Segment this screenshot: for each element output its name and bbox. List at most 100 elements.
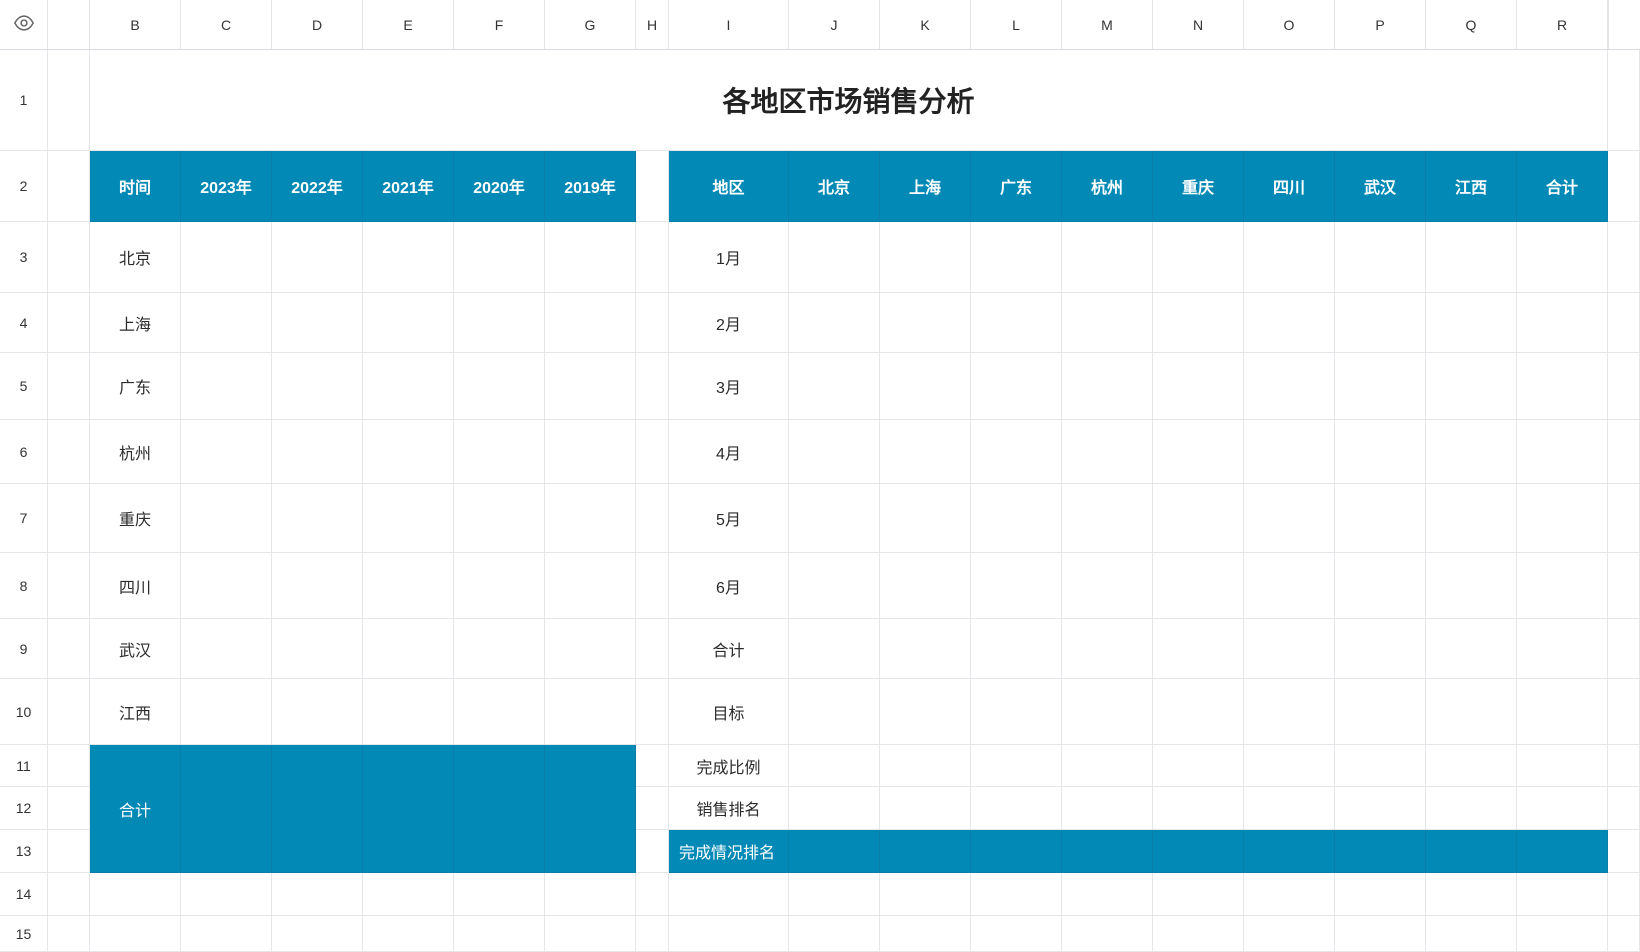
cell[interactable] <box>1244 222 1335 293</box>
cell[interactable] <box>971 484 1062 553</box>
right-row-label[interactable]: 1月 <box>669 222 789 293</box>
cell[interactable] <box>971 353 1062 420</box>
right-bottom-cell[interactable] <box>1335 830 1426 873</box>
right-bottom-cell[interactable] <box>1244 830 1335 873</box>
cell[interactable] <box>880 353 971 420</box>
column-header-i[interactable]: I <box>669 0 789 50</box>
right-row-label[interactable]: 5月 <box>669 484 789 553</box>
cell[interactable] <box>454 553 545 619</box>
cell[interactable] <box>48 830 90 873</box>
cell[interactable] <box>880 745 971 787</box>
cell[interactable] <box>636 916 669 952</box>
cell[interactable] <box>545 222 636 293</box>
left-region-label[interactable]: 武汉 <box>90 619 181 679</box>
cell[interactable] <box>181 222 272 293</box>
cell[interactable] <box>636 619 669 679</box>
cell[interactable] <box>1426 619 1517 679</box>
right-row-label[interactable]: 销售排名 <box>669 787 789 830</box>
cell[interactable] <box>363 484 454 553</box>
cell[interactable] <box>454 484 545 553</box>
cell[interactable] <box>1062 619 1153 679</box>
cell[interactable] <box>1062 916 1153 952</box>
left-header-cell[interactable]: 时间 <box>90 151 181 222</box>
right-bottom-cell[interactable] <box>1153 830 1244 873</box>
cell[interactable] <box>545 619 636 679</box>
cell[interactable] <box>454 679 545 745</box>
cell[interactable] <box>1062 745 1153 787</box>
cell[interactable] <box>1608 420 1640 484</box>
cell[interactable] <box>1608 916 1640 952</box>
left-header-cell[interactable]: 2022年 <box>272 151 363 222</box>
cell[interactable] <box>880 484 971 553</box>
cell[interactable] <box>1244 619 1335 679</box>
cell[interactable] <box>669 916 789 952</box>
cell[interactable] <box>1062 787 1153 830</box>
left-header-cell[interactable]: 2023年 <box>181 151 272 222</box>
right-row-label[interactable]: 6月 <box>669 553 789 619</box>
cell[interactable] <box>1244 745 1335 787</box>
cell[interactable] <box>789 222 880 293</box>
cell[interactable] <box>880 619 971 679</box>
right-header-cell[interactable]: 四川 <box>1244 151 1335 222</box>
cell[interactable] <box>545 553 636 619</box>
column-header-c[interactable]: C <box>181 0 272 50</box>
cell[interactable] <box>1153 873 1244 916</box>
cell[interactable] <box>454 873 545 916</box>
cell[interactable] <box>1153 553 1244 619</box>
cell[interactable] <box>272 873 363 916</box>
cell[interactable] <box>1608 222 1640 293</box>
cell[interactable] <box>971 787 1062 830</box>
cell[interactable] <box>971 293 1062 353</box>
cell[interactable] <box>1244 787 1335 830</box>
right-bottom-cell[interactable] <box>789 830 880 873</box>
right-header-cell[interactable]: 武汉 <box>1335 151 1426 222</box>
cell[interactable] <box>636 293 669 353</box>
right-header-cell[interactable]: 合计 <box>1517 151 1608 222</box>
cell[interactable] <box>880 916 971 952</box>
cell[interactable] <box>880 873 971 916</box>
column-header-p[interactable]: P <box>1335 0 1426 50</box>
cell[interactable] <box>789 553 880 619</box>
row-header-14[interactable]: 14 <box>0 873 48 916</box>
cell[interactable] <box>454 619 545 679</box>
right-bottom-cell[interactable] <box>971 830 1062 873</box>
cell[interactable] <box>1153 745 1244 787</box>
cell[interactable] <box>1608 553 1640 619</box>
column-header-q[interactable]: Q <box>1426 0 1517 50</box>
cell[interactable] <box>1608 830 1640 873</box>
cell[interactable] <box>1153 420 1244 484</box>
cell[interactable] <box>48 151 90 222</box>
cell[interactable] <box>636 830 669 873</box>
cell[interactable] <box>48 222 90 293</box>
column-header-l[interactable]: L <box>971 0 1062 50</box>
cell[interactable] <box>1062 293 1153 353</box>
left-total-cell[interactable] <box>181 745 272 873</box>
cell[interactable] <box>454 353 545 420</box>
cell[interactable] <box>1517 293 1608 353</box>
right-header-cell[interactable]: 杭州 <box>1062 151 1153 222</box>
cell[interactable] <box>789 293 880 353</box>
left-region-label[interactable]: 杭州 <box>90 420 181 484</box>
row-header-11[interactable]: 11 <box>0 745 48 787</box>
right-bottom-cell[interactable] <box>1062 830 1153 873</box>
row-header-13[interactable]: 13 <box>0 830 48 873</box>
cell[interactable] <box>1517 353 1608 420</box>
cell[interactable] <box>1517 787 1608 830</box>
row-header-7[interactable]: 7 <box>0 484 48 553</box>
left-region-label[interactable]: 上海 <box>90 293 181 353</box>
cell[interactable] <box>1517 420 1608 484</box>
cell[interactable] <box>272 484 363 553</box>
column-header-e[interactable]: E <box>363 0 454 50</box>
cell[interactable] <box>1335 679 1426 745</box>
cell[interactable] <box>1153 484 1244 553</box>
cell[interactable] <box>454 222 545 293</box>
cell[interactable] <box>48 679 90 745</box>
cell[interactable] <box>363 873 454 916</box>
cell[interactable] <box>1244 679 1335 745</box>
cell[interactable] <box>90 873 181 916</box>
cell[interactable] <box>971 222 1062 293</box>
cell[interactable] <box>1335 353 1426 420</box>
cell[interactable] <box>1517 619 1608 679</box>
column-header-b[interactable]: B <box>90 0 181 50</box>
column-header-a[interactable] <box>48 0 90 50</box>
